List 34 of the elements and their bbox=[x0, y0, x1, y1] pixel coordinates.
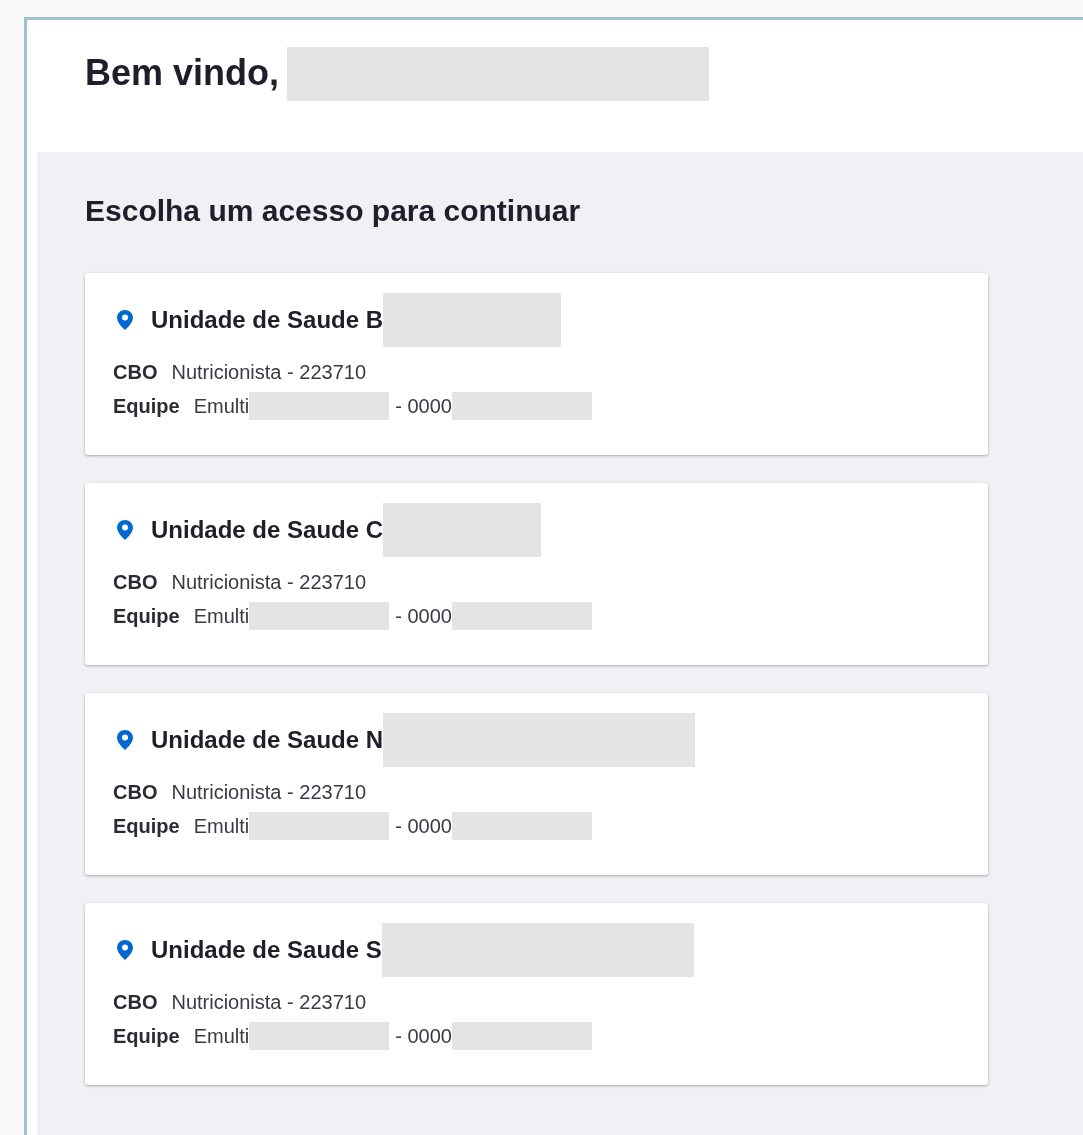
access-card[interactable]: Unidade de Saude C CBO Nutricionista - 223710 Equipe Emulti - 0000 bbox=[85, 483, 988, 665]
cbo-label: CBO bbox=[113, 570, 158, 595]
team-name: Emulti bbox=[193, 814, 250, 839]
access-card[interactable]: Unidade de Saude S CBO Nutricionista - 223710 Equipe Emulti - 0000 bbox=[85, 903, 988, 1085]
access-card[interactable]: Unidade de Saude N CBO Nutricionista - 223710 Equipe Emulti - 0000 bbox=[85, 693, 988, 875]
location-pin-icon bbox=[117, 730, 133, 750]
location-pin-icon bbox=[117, 310, 133, 330]
unit-name: Unidade de Saude C bbox=[151, 515, 384, 545]
cbo-value: Nutricionista - 223710 bbox=[171, 570, 366, 595]
location-pin-icon bbox=[117, 940, 133, 960]
team-name: Emulti bbox=[193, 604, 250, 629]
cbo-label: CBO bbox=[113, 360, 158, 385]
team-code: - 0000 bbox=[395, 814, 452, 839]
team-code: - 0000 bbox=[395, 1024, 452, 1049]
team-code: - 0000 bbox=[395, 604, 452, 629]
unit-name: Unidade de Saude B bbox=[151, 305, 384, 335]
greeting-text: Bem vindo, bbox=[85, 51, 280, 95]
team-label: Equipe bbox=[113, 394, 180, 419]
cbo-label: CBO bbox=[113, 990, 158, 1015]
unit-name: Unidade de Saude S bbox=[151, 935, 382, 965]
team-label: Equipe bbox=[113, 604, 180, 629]
team-label: Equipe bbox=[113, 814, 180, 839]
access-card[interactable]: Unidade de Saude B CBO Nutricionista - 223710 Equipe Emulti - 0000 bbox=[85, 273, 988, 455]
team-label: Equipe bbox=[113, 1024, 180, 1049]
location-pin-icon bbox=[117, 520, 133, 540]
cbo-value: Nutricionista - 223710 bbox=[171, 360, 366, 385]
unit-name: Unidade de Saude N bbox=[151, 725, 384, 755]
section-title: Escolha um acesso para continuar bbox=[85, 193, 582, 229]
team-name: Emulti bbox=[193, 1024, 250, 1049]
cbo-value: Nutricionista - 223710 bbox=[171, 990, 366, 1015]
cbo-label: CBO bbox=[113, 780, 158, 805]
cbo-value: Nutricionista - 223710 bbox=[171, 780, 366, 805]
team-name: Emulti bbox=[193, 394, 250, 419]
team-code: - 0000 bbox=[395, 394, 452, 419]
